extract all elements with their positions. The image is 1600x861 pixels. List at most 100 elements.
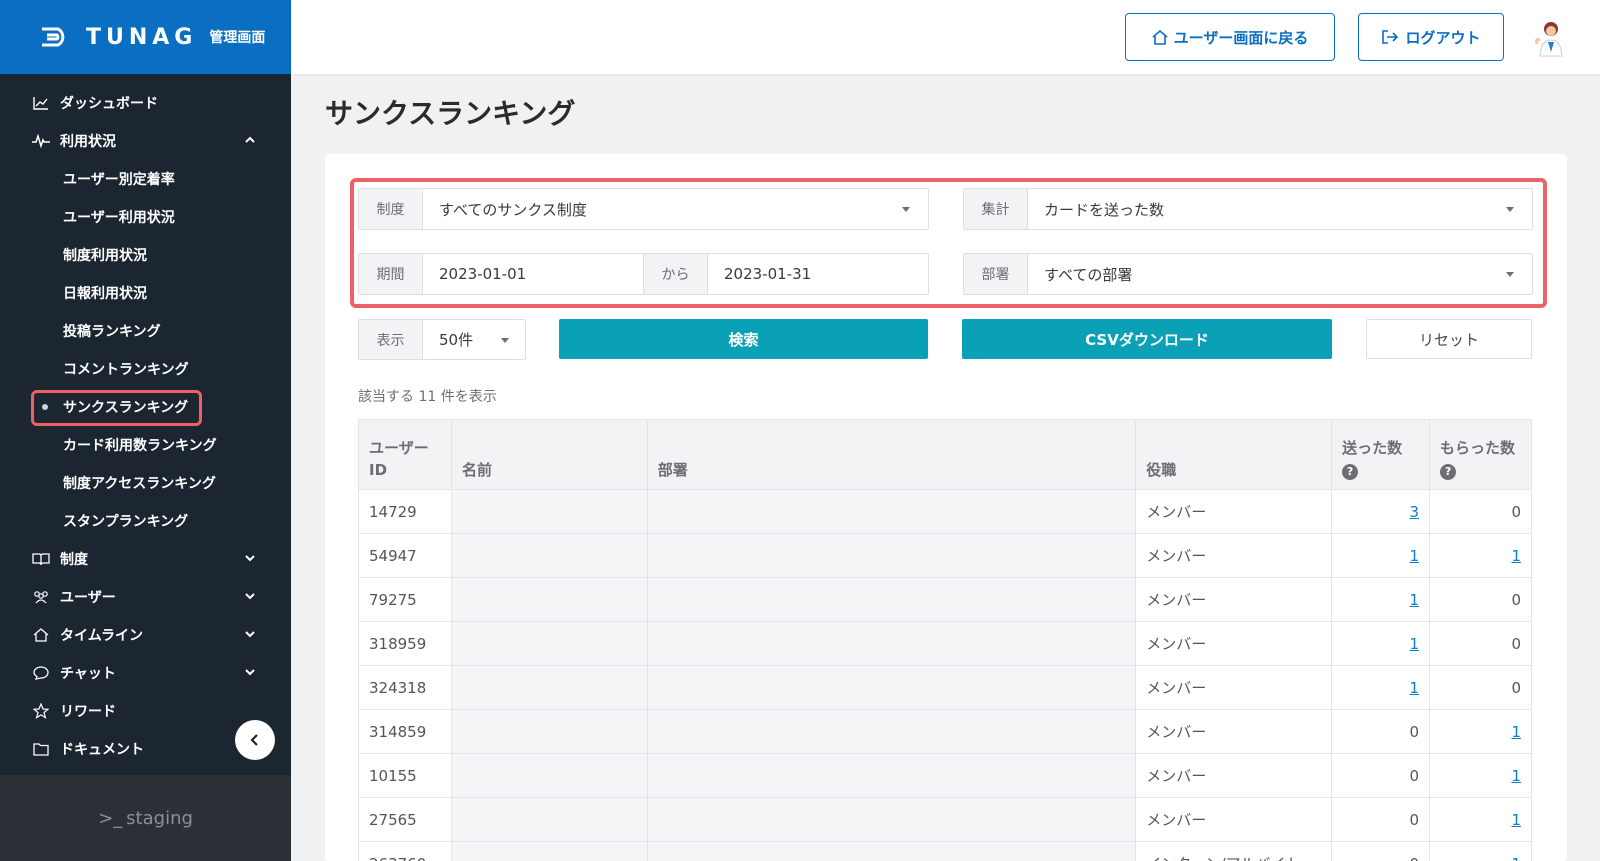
sidebar-item-system[interactable]: 制度 xyxy=(0,540,291,578)
cell-received: 0 xyxy=(1429,665,1532,710)
col-received-label: もらった数 xyxy=(1440,439,1516,457)
sidebar-subitem-label: 投稿ランキング xyxy=(63,324,161,340)
show-value: 50件 xyxy=(423,320,525,359)
users-icon xyxy=(32,588,50,606)
home-icon xyxy=(1152,29,1168,45)
help-icon[interactable]: ? xyxy=(1440,464,1457,480)
cell-dept-redacted xyxy=(646,577,1137,622)
sidebar-collapse-button[interactable] xyxy=(235,720,275,760)
result-count: 該当する 11 件を表示 xyxy=(358,389,497,405)
help-icon[interactable]: ? xyxy=(1342,464,1359,480)
sidebar-subitem-post-ranking[interactable]: 投稿ランキング xyxy=(0,312,291,350)
sidebar-item-users[interactable]: ユーザー xyxy=(0,578,291,616)
sent-count-link[interactable]: 1 xyxy=(1409,635,1419,653)
chart-icon xyxy=(32,94,50,112)
sidebar-item-timeline[interactable]: タイムライン xyxy=(0,616,291,654)
back-to-user-button[interactable]: ユーザー画面に戻る xyxy=(1125,13,1335,61)
cell-sent: 0 xyxy=(1331,841,1431,861)
cell-user-id: 324318 xyxy=(358,665,452,710)
received-count-link[interactable]: 1 xyxy=(1511,855,1521,861)
cell-role: メンバー xyxy=(1135,533,1333,578)
sent-count-link[interactable]: 1 xyxy=(1409,547,1419,565)
table-row: 54947 メンバー 1 1 xyxy=(358,533,1532,578)
cell-dept-redacted xyxy=(646,489,1137,534)
sidebar-item-label: 利用状況 xyxy=(60,134,116,150)
cell-sent: 3 xyxy=(1331,489,1431,534)
cell-name-redacted xyxy=(450,841,648,861)
cell-sent: 1 xyxy=(1331,665,1431,710)
sidebar-subitem-stamp-ranking[interactable]: スタンプランキング xyxy=(0,502,291,540)
cell-received: 1 xyxy=(1429,797,1532,842)
sent-count-link[interactable]: 3 xyxy=(1409,503,1419,521)
sidebar-item-chat[interactable]: チャット xyxy=(0,654,291,692)
cell-sent: 1 xyxy=(1331,577,1431,622)
cell-name-redacted xyxy=(450,709,648,754)
sidebar-item-usage[interactable]: 利用状況 xyxy=(0,122,291,160)
cell-received: 0 xyxy=(1429,621,1532,666)
avatar[interactable] xyxy=(1529,18,1569,58)
sidebar-nav: ダッシュボード 利用状況 ユーザー別定着率 ユーザー利用状況 制度利用状況 日報… xyxy=(0,74,291,768)
environment-label: >_ staging xyxy=(0,775,291,861)
cell-name-redacted xyxy=(450,621,648,666)
reset-button[interactable]: リセット xyxy=(1366,319,1532,359)
terminal-icon: >_ xyxy=(98,807,123,829)
sent-count-link[interactable]: 1 xyxy=(1409,679,1419,697)
page-size-select[interactable]: 表示 50件 xyxy=(358,319,526,360)
cell-role: メンバー xyxy=(1135,665,1333,710)
sidebar-subitem-label: スタンプランキング xyxy=(63,514,189,530)
col-received: もらった数? xyxy=(1429,419,1532,490)
show-value-text: 50件 xyxy=(439,331,474,349)
col-user-id-line1: ユーザー xyxy=(369,439,429,457)
sidebar-subitem-user-retention[interactable]: ユーザー別定着率 xyxy=(0,160,291,198)
logout-icon xyxy=(1382,30,1399,44)
logout-label: ログアウト xyxy=(1405,28,1481,47)
sidebar-subitem-access-ranking[interactable]: 制度アクセスランキング xyxy=(0,464,291,502)
sidebar-subitem-comment-ranking[interactable]: コメントランキング xyxy=(0,350,291,388)
received-count-link[interactable]: 1 xyxy=(1511,547,1521,565)
brand-name: TUNAG xyxy=(86,24,198,50)
received-count-link[interactable]: 1 xyxy=(1511,767,1521,785)
cell-dept-redacted xyxy=(646,533,1137,578)
cell-received: 1 xyxy=(1429,753,1532,798)
book-icon xyxy=(32,550,50,568)
sidebar-subitem-card-ranking[interactable]: カード利用数ランキング xyxy=(0,426,291,464)
cell-role: メンバー xyxy=(1135,709,1333,754)
search-button[interactable]: 検索 xyxy=(559,319,928,359)
cell-name-redacted xyxy=(450,753,648,798)
cell-role: メンバー xyxy=(1135,797,1333,842)
active-dot xyxy=(42,404,48,410)
col-user-id-line2: ID xyxy=(369,461,388,479)
cell-dept-redacted xyxy=(646,709,1137,754)
page-title: サンクスランキング xyxy=(325,97,576,130)
col-role: 役職 xyxy=(1135,419,1333,490)
csv-download-button[interactable]: CSVダウンロード xyxy=(962,319,1332,359)
cell-received: 1 xyxy=(1429,841,1532,861)
top-bar: ユーザー画面に戻る ログアウト xyxy=(291,0,1600,74)
cell-role: メンバー xyxy=(1135,577,1333,622)
received-count-link[interactable]: 1 xyxy=(1511,811,1521,829)
sidebar-subitem-system-usage[interactable]: 制度利用状況 xyxy=(0,236,291,274)
cell-received: 0 xyxy=(1429,577,1532,622)
sidebar-subitem-daily-report[interactable]: 日報利用状況 xyxy=(0,274,291,312)
cell-user-id: 27565 xyxy=(358,797,452,842)
table-row: 314859 メンバー 0 1 xyxy=(358,709,1532,754)
logout-button[interactable]: ログアウト xyxy=(1358,13,1504,61)
sidebar-item-dashboard[interactable]: ダッシュボード xyxy=(0,84,291,122)
cell-name-redacted xyxy=(450,533,648,578)
table-row: 27565 メンバー 0 1 xyxy=(358,797,1532,842)
sidebar-item-label: 制度 xyxy=(60,552,88,568)
cell-user-id: 318959 xyxy=(358,621,452,666)
cell-sent: 1 xyxy=(1331,533,1431,578)
sidebar-subitem-thanks-ranking[interactable]: サンクスランキング xyxy=(0,388,291,426)
cell-received: 1 xyxy=(1429,533,1532,578)
table-row: 79275 メンバー 1 0 xyxy=(358,577,1532,622)
cell-name-redacted xyxy=(450,797,648,842)
col-sent: 送った数? xyxy=(1331,419,1431,490)
sidebar-subitem-user-usage[interactable]: ユーザー利用状況 xyxy=(0,198,291,236)
sent-count-link[interactable]: 1 xyxy=(1409,591,1419,609)
brand-header[interactable]: TUNAG 管理画面 xyxy=(0,0,291,74)
received-count-link[interactable]: 1 xyxy=(1511,723,1521,741)
cell-user-id: 14729 xyxy=(358,489,452,534)
brand-sub: 管理画面 xyxy=(209,30,266,46)
sidebar-item-label: ドキュメント xyxy=(60,742,144,758)
